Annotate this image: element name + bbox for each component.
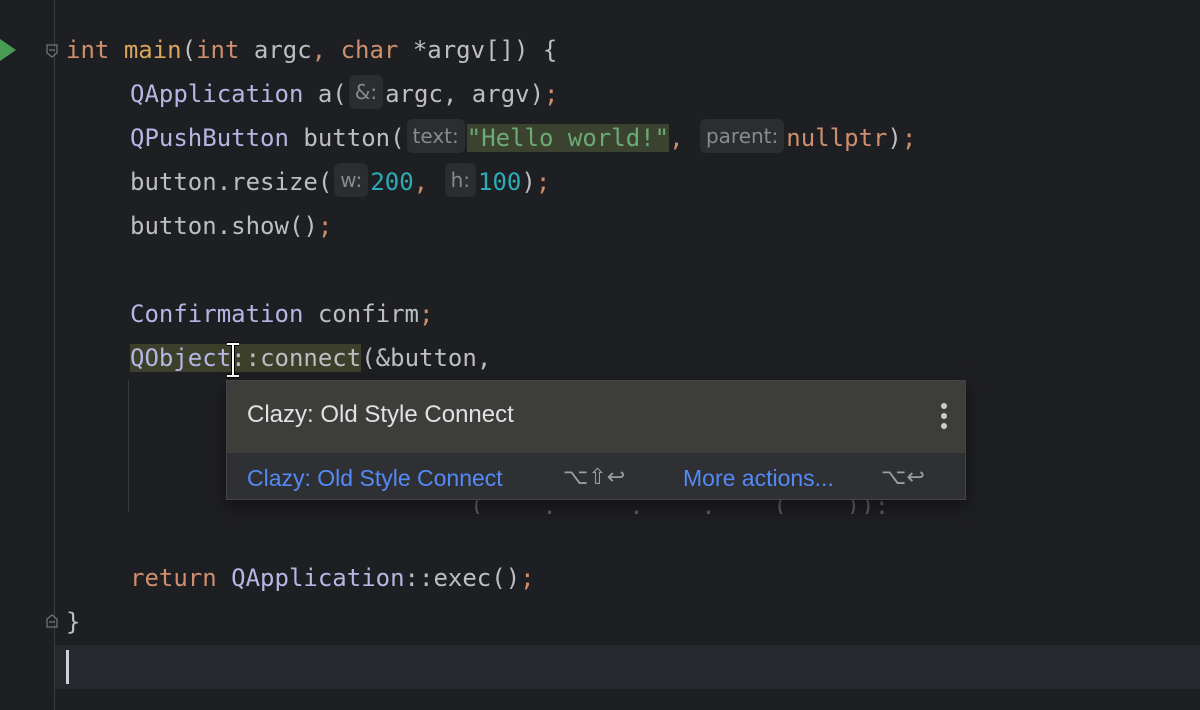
- number: 100: [478, 168, 522, 196]
- param: argc: [239, 36, 312, 64]
- code-line-5: button.show();: [130, 204, 332, 248]
- fold-icon[interactable]: [46, 44, 58, 58]
- punct: ,: [311, 36, 327, 64]
- punct: (): [491, 564, 521, 592]
- identifier: a(: [303, 80, 347, 108]
- identifier: confirm: [303, 300, 419, 328]
- popup-title: Clazy: Old Style Connect: [247, 401, 514, 428]
- code-editor[interactable]: int main(int argc, char *argv[]) { QAppl…: [0, 0, 1200, 710]
- inlay-hint[interactable]: &:: [348, 75, 384, 109]
- args: (&button,: [361, 344, 492, 372]
- class-name: QObject: [130, 344, 232, 372]
- text-caret: [66, 650, 69, 684]
- code-line-8: QObject::connect(&button,: [130, 336, 491, 380]
- identifier: button(: [288, 124, 405, 152]
- semicolon: ;: [317, 212, 333, 240]
- class-name: QApplication: [216, 564, 405, 592]
- class-name: QPushButton: [130, 124, 289, 152]
- call: button.resize(: [130, 168, 333, 196]
- punct: ,: [413, 168, 429, 196]
- code-line-4: button.resize(w: 200, h: 100);: [130, 160, 550, 204]
- more-actions-shortcut: ⌥↩: [881, 465, 925, 490]
- intention-popup: Clazy: Old Style Connect Clazy: Old Styl…: [226, 380, 966, 500]
- class-name: Confirmation: [130, 300, 304, 328]
- keyword: return: [130, 564, 217, 592]
- code-line-10: return QApplication::exec();: [130, 556, 535, 600]
- code-line-7: Confirmation confirm;: [130, 292, 433, 336]
- semicolon: ;: [418, 300, 434, 328]
- number: 200: [370, 168, 414, 196]
- semicolon: ;: [520, 564, 535, 592]
- quick-fix-action[interactable]: Clazy: Old Style Connect: [247, 465, 503, 492]
- closing-brace: }: [66, 608, 81, 636]
- call: button.show(): [130, 212, 318, 240]
- gutter-separator: [54, 0, 55, 710]
- keyword: int: [196, 36, 240, 64]
- current-line-highlight: [55, 645, 1200, 689]
- semicolon: ;: [901, 124, 917, 152]
- string-literal: "Hello world!": [466, 124, 670, 152]
- function-name: exec: [433, 564, 492, 592]
- more-actions-link[interactable]: More actions...: [683, 465, 834, 492]
- quick-fix-shortcut: ⌥⇧↩: [563, 465, 626, 490]
- inlay-hint[interactable]: parent:: [699, 119, 785, 153]
- semicolon: ;: [544, 80, 559, 108]
- code-line-2: QApplication a(&: argc, argv);: [130, 72, 559, 116]
- punct: (: [181, 36, 197, 64]
- code-line-3: QPushButton button(text: "Hello world!", …: [130, 116, 916, 160]
- punct: ,: [669, 124, 684, 152]
- punct: ): [887, 124, 902, 152]
- indent-guide: [128, 380, 129, 512]
- class-name: QApplication: [130, 80, 304, 108]
- fold-end-icon[interactable]: [46, 614, 58, 628]
- keyword: char: [340, 36, 399, 64]
- code-line-11: }: [66, 600, 80, 644]
- function-name: main: [123, 36, 182, 64]
- param: *argv[]) {: [398, 36, 558, 64]
- inlay-hint[interactable]: h:: [444, 163, 476, 197]
- punct: ): [521, 168, 536, 196]
- scope-op: ::: [404, 564, 434, 592]
- keyword: nullptr: [786, 124, 888, 152]
- keyword: int: [66, 36, 110, 64]
- inlay-hint[interactable]: w:: [334, 163, 369, 197]
- code-line-1: int main(int argc, char *argv[]) {: [66, 28, 557, 72]
- more-vertical-icon[interactable]: [941, 403, 947, 429]
- text-cursor-icon: [224, 342, 242, 378]
- inlay-hint[interactable]: text:: [406, 119, 465, 153]
- run-gutter-icon[interactable]: [0, 39, 16, 61]
- args: argc, argv): [385, 80, 545, 108]
- semicolon: ;: [535, 168, 551, 196]
- function-name: connect: [260, 344, 362, 372]
- popup-header: Clazy: Old Style Connect: [227, 381, 965, 453]
